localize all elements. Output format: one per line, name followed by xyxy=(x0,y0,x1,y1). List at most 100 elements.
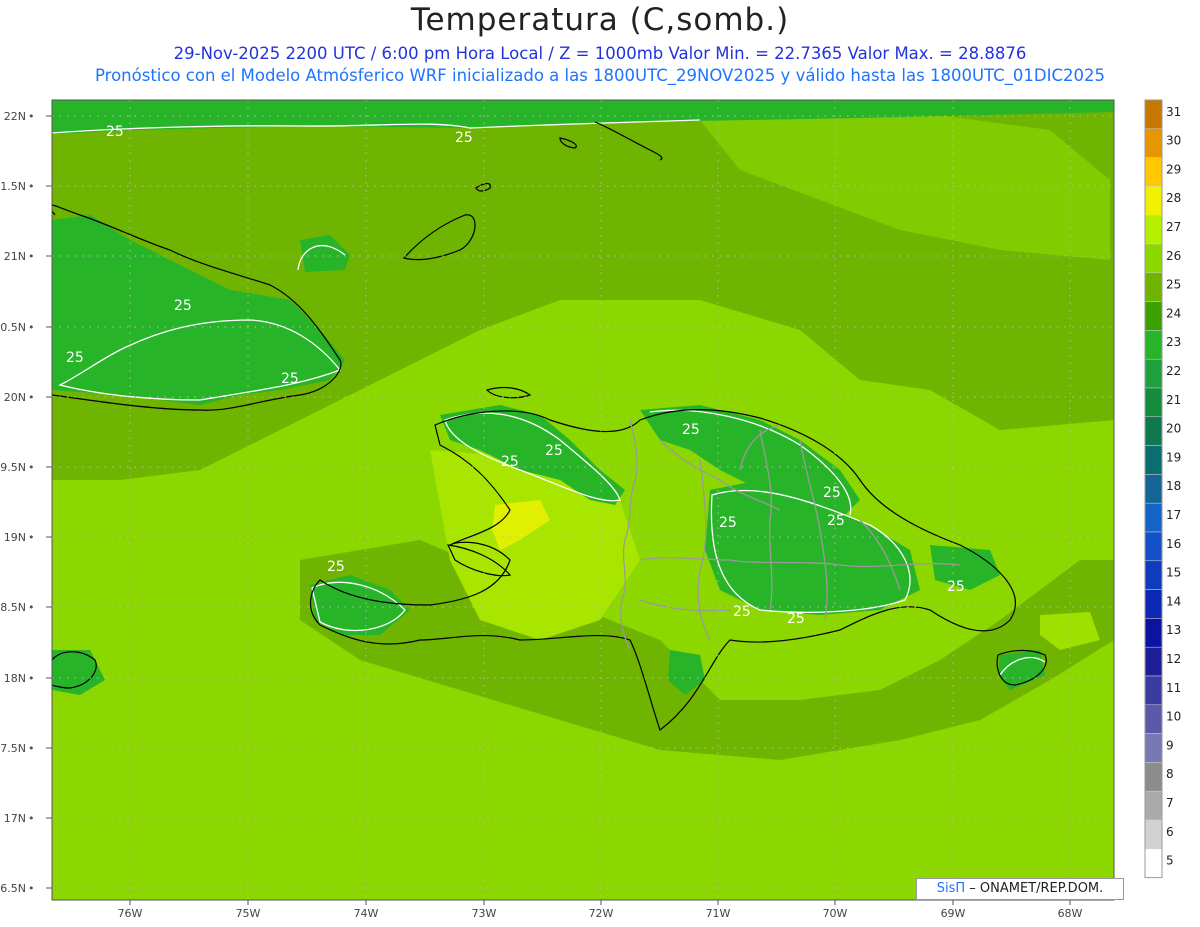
colorbar-label: 18 xyxy=(1166,479,1181,493)
lat-label: 22N xyxy=(4,110,26,123)
colorbar-label: 10 xyxy=(1166,710,1181,724)
colorbar-label: 7 xyxy=(1166,796,1174,810)
svg-text:•: • xyxy=(28,110,35,123)
lon-label: 68W xyxy=(1058,907,1083,920)
colorbar-swatch xyxy=(1144,704,1163,734)
lat-label: 6.5N xyxy=(0,882,26,895)
colorbar-swatch xyxy=(1144,589,1163,619)
svg-text:•: • xyxy=(28,391,35,404)
colorbar-swatch xyxy=(1144,186,1163,216)
lon-label: 74W xyxy=(354,907,379,920)
contour-label: 25 xyxy=(501,454,519,470)
lon-label: 75W xyxy=(236,907,261,920)
colorbar-swatch xyxy=(1144,128,1163,158)
colorbar-label: 21 xyxy=(1166,393,1181,407)
lon-label: 72W xyxy=(589,907,614,920)
colorbar-swatch xyxy=(1144,618,1163,648)
colorbar-label: 26 xyxy=(1166,249,1181,263)
contour-label: 25 xyxy=(455,130,473,146)
lon-label: 76W xyxy=(118,907,143,920)
contour-label: 25 xyxy=(787,611,805,627)
colorbar-swatch xyxy=(1144,157,1163,187)
lat-label: 0.5N xyxy=(0,321,26,334)
colorbar-swatch xyxy=(1144,214,1163,245)
colorbar-label: 30 xyxy=(1166,134,1181,148)
colorbar-swatch xyxy=(1144,243,1163,274)
colorbar-label: 9 xyxy=(1166,738,1174,752)
colorbar-swatch xyxy=(1144,301,1163,331)
colorbar-swatch xyxy=(1144,733,1163,763)
temperature-map: 25 25 25 25 25 25 25 25 25 25 25 25 25 2… xyxy=(0,99,1181,920)
contour-label: 25 xyxy=(827,513,845,529)
colorbar-label: 31 xyxy=(1166,105,1181,119)
contour-label: 25 xyxy=(281,371,299,387)
lat-label: 20N xyxy=(4,391,26,404)
svg-text:•: • xyxy=(28,461,35,474)
colorbar-swatch xyxy=(1144,560,1163,590)
colorbar: 31 30 29 28 27 26 25 24 23 22 21 20 19 18 17 16 15 14 13 12… xyxy=(1144,99,1181,879)
svg-text:•: • xyxy=(28,180,35,193)
svg-text:•: • xyxy=(28,601,35,614)
colorbar-swatch xyxy=(1144,819,1163,850)
colorbar-swatch xyxy=(1144,762,1163,792)
colorbar-label: 23 xyxy=(1166,335,1181,349)
contour-label: 25 xyxy=(66,350,84,366)
colorbar-swatch xyxy=(1144,502,1163,533)
coast-jamaica-west xyxy=(52,643,53,645)
colorbar-swatch xyxy=(1144,445,1163,475)
colorbar-swatch xyxy=(1144,387,1163,418)
colorbar-swatch xyxy=(1144,474,1163,504)
contour-label: 25 xyxy=(545,443,563,459)
lat-label: 19N xyxy=(4,531,26,544)
colorbar-label: 20 xyxy=(1166,422,1181,436)
colorbar-label: 22 xyxy=(1166,364,1181,378)
lat-label: 8.5N xyxy=(0,601,26,614)
colorbar-label: 14 xyxy=(1166,594,1181,608)
svg-text:•: • xyxy=(28,250,35,263)
colorbar-label: 8 xyxy=(1166,767,1174,781)
lat-label: 18N xyxy=(4,672,26,685)
contour-label: 25 xyxy=(174,298,192,314)
colorbar-label: 5 xyxy=(1166,854,1174,868)
colorbar-label: 19 xyxy=(1166,450,1181,464)
colorbar-label: 24 xyxy=(1166,306,1181,320)
contour-label: 25 xyxy=(733,604,751,620)
colorbar-label: 27 xyxy=(1166,220,1181,234)
lat-label: 9.5N xyxy=(0,461,26,474)
colorbar-label: 28 xyxy=(1166,191,1181,205)
colorbar-swatch xyxy=(1144,416,1163,446)
colorbar-swatch xyxy=(1144,848,1163,878)
contour-label: 25 xyxy=(947,579,965,595)
colorbar-label: 6 xyxy=(1166,825,1174,839)
svg-text:•: • xyxy=(28,812,35,825)
contour-label: 25 xyxy=(719,515,737,531)
credit-brand: SisΠ xyxy=(936,881,966,896)
svg-text:•: • xyxy=(28,742,35,755)
colorbar-swatch xyxy=(1144,330,1163,360)
contour-label: 25 xyxy=(823,485,841,501)
contour-label: 25 xyxy=(327,559,345,575)
lon-label: 71W xyxy=(706,907,731,920)
colorbar-label: 11 xyxy=(1166,681,1181,695)
colorbar-label: 17 xyxy=(1166,508,1181,522)
lon-label: 73W xyxy=(472,907,497,920)
svg-text:•: • xyxy=(28,321,35,334)
svg-text:•: • xyxy=(28,882,35,895)
colorbar-label: 16 xyxy=(1166,537,1181,551)
colorbar-swatch xyxy=(1144,358,1163,389)
colorbar-label: 15 xyxy=(1166,566,1181,580)
credit-box: SisΠ – ONAMET/REP.DOM. xyxy=(916,878,1124,900)
lon-label: 70W xyxy=(823,907,848,920)
colorbar-label: 25 xyxy=(1166,278,1181,292)
colorbar-swatch xyxy=(1144,531,1163,562)
credit-text: – ONAMET/REP.DOM. xyxy=(965,881,1104,896)
colorbar-swatch xyxy=(1144,790,1163,821)
lat-label: 21N xyxy=(4,250,26,263)
colorbar-label: 29 xyxy=(1166,162,1181,176)
svg-text:•: • xyxy=(28,672,35,685)
contour-label: 25 xyxy=(106,124,124,140)
lat-label: 7.5N xyxy=(0,742,26,755)
colorbar-swatch xyxy=(1144,675,1163,706)
lat-label: 1.5N xyxy=(0,180,26,193)
colorbar-swatch xyxy=(1144,99,1163,130)
